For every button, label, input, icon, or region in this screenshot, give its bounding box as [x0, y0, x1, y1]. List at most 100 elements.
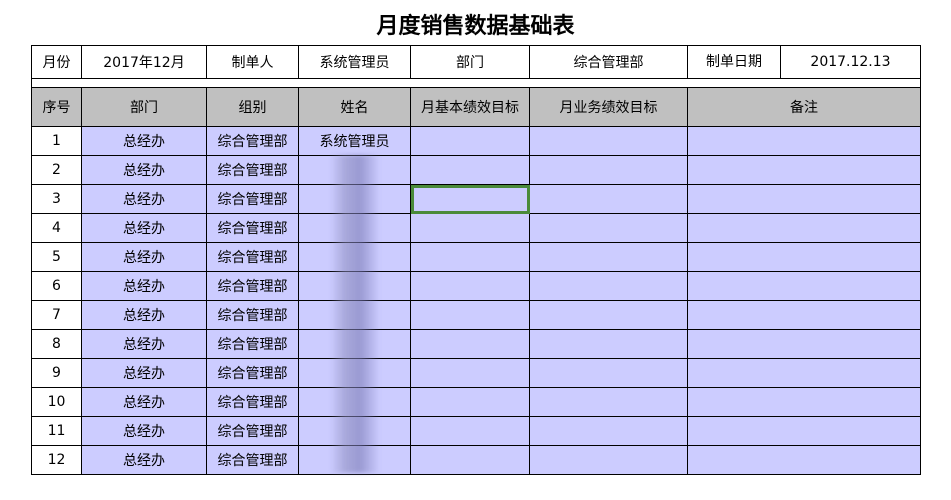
- spacer-row: [31, 78, 921, 88]
- row-group-cell[interactable]: 综合管理部: [206, 387, 299, 417]
- row-group-cell[interactable]: 综合管理部: [206, 445, 299, 475]
- date-cell[interactable]: 制单日期 2017.12.13: [687, 45, 921, 79]
- row-group-cell[interactable]: 综合管理部: [206, 126, 299, 156]
- header-business-target[interactable]: 月业务绩效目标: [529, 87, 688, 127]
- row-no-cell[interactable]: 9: [31, 358, 82, 388]
- row-group-cell[interactable]: 综合管理部: [206, 184, 299, 214]
- row-group-cell[interactable]: 综合管理部: [206, 155, 299, 185]
- row-no-cell[interactable]: 12: [31, 445, 82, 475]
- row-no-cell[interactable]: 10: [31, 387, 82, 417]
- row-dept-cell[interactable]: 总经办: [81, 300, 207, 330]
- row-basic-target-cell[interactable]: [410, 387, 530, 417]
- row-group-cell[interactable]: 综合管理部: [206, 416, 299, 446]
- maker-value-cell[interactable]: 系统管理员: [298, 45, 411, 79]
- row-group-cell[interactable]: 综合管理部: [206, 358, 299, 388]
- row-dept-cell[interactable]: 总经办: [81, 155, 207, 185]
- sales-data-table: 月份 2017年12月 制单人 系统管理员 部门 综合管理部 制单日期 2017…: [31, 45, 921, 475]
- row-remark-cell[interactable]: [687, 126, 921, 156]
- row-basic-target-cell[interactable]: [410, 213, 530, 243]
- info-row: 月份 2017年12月 制单人 系统管理员 部门 综合管理部 制单日期 2017…: [31, 45, 921, 79]
- row-basic-target-cell[interactable]: [410, 416, 530, 446]
- row-no-cell[interactable]: 8: [31, 329, 82, 359]
- row-group-cell[interactable]: 综合管理部: [206, 213, 299, 243]
- row-basic-target-cell[interactable]: [410, 329, 530, 359]
- row-dept-cell[interactable]: 总经办: [81, 242, 207, 272]
- row-basic-target-cell[interactable]: [410, 358, 530, 388]
- row-remark-cell[interactable]: [687, 184, 921, 214]
- row-business-target-cell[interactable]: [529, 155, 688, 185]
- row-business-target-cell[interactable]: [529, 329, 688, 359]
- row-basic-target-cell[interactable]: [410, 445, 530, 475]
- row-no-cell[interactable]: 11: [31, 416, 82, 446]
- row-remark-cell[interactable]: [687, 445, 921, 475]
- row-dept-cell[interactable]: 总经办: [81, 271, 207, 301]
- row-remark-cell[interactable]: [687, 213, 921, 243]
- row-name-cell[interactable]: 系统管理员: [298, 126, 411, 156]
- row-business-target-cell[interactable]: [529, 358, 688, 388]
- row-no-cell[interactable]: 4: [31, 213, 82, 243]
- row-remark-cell[interactable]: [687, 358, 921, 388]
- row-dept-cell[interactable]: 总经办: [81, 213, 207, 243]
- row-dept-cell[interactable]: 总经办: [81, 184, 207, 214]
- month-value-cell[interactable]: 2017年12月: [81, 45, 207, 79]
- row-business-target-cell[interactable]: [529, 300, 688, 330]
- row-dept-cell[interactable]: 总经办: [81, 126, 207, 156]
- row-business-target-cell[interactable]: [529, 213, 688, 243]
- row-no-cell[interactable]: 3: [31, 184, 82, 214]
- row-dept-cell[interactable]: 总经办: [81, 445, 207, 475]
- row-no-cell[interactable]: 5: [31, 242, 82, 272]
- row-basic-target-cell[interactable]: [410, 126, 530, 156]
- row-business-target-cell[interactable]: [529, 184, 688, 214]
- dept-value-cell[interactable]: 综合管理部: [529, 45, 688, 79]
- row-remark-cell[interactable]: [687, 387, 921, 417]
- row-dept-cell[interactable]: 总经办: [81, 416, 207, 446]
- row-business-target-cell[interactable]: [529, 271, 688, 301]
- table-row: 3 总经办 综合管理部: [31, 184, 921, 214]
- row-business-target-cell[interactable]: [529, 445, 688, 475]
- row-dept-cell[interactable]: 总经办: [81, 329, 207, 359]
- row-group-cell[interactable]: 综合管理部: [206, 271, 299, 301]
- header-group[interactable]: 组别: [206, 87, 299, 127]
- row-remark-cell[interactable]: [687, 155, 921, 185]
- row-business-target-cell[interactable]: [529, 126, 688, 156]
- table-row: 2 总经办 综合管理部: [31, 155, 921, 185]
- row-no-cell[interactable]: 6: [31, 271, 82, 301]
- row-dept-cell[interactable]: 总经办: [81, 387, 207, 417]
- header-basic-target[interactable]: 月基本绩效目标: [410, 87, 530, 127]
- table-row: 11 总经办 综合管理部: [31, 416, 921, 446]
- sheet-title: 月度销售数据基础表: [376, 13, 575, 39]
- table-row: 6 总经办 综合管理部: [31, 271, 921, 301]
- row-remark-cell[interactable]: [687, 242, 921, 272]
- header-remark[interactable]: 备注: [687, 87, 921, 127]
- dept-label-cell[interactable]: 部门: [410, 45, 530, 79]
- row-business-target-cell[interactable]: [529, 387, 688, 417]
- row-remark-cell[interactable]: [687, 416, 921, 446]
- row-basic-target-cell[interactable]: [410, 155, 530, 185]
- header-dept[interactable]: 部门: [81, 87, 207, 127]
- row-basic-target-cell[interactable]: [410, 184, 530, 214]
- row-business-target-cell[interactable]: [529, 242, 688, 272]
- row-business-target-cell[interactable]: [529, 416, 688, 446]
- table-row: 4 总经办 综合管理部: [31, 213, 921, 243]
- row-no-cell[interactable]: 1: [31, 126, 82, 156]
- row-group-cell[interactable]: 综合管理部: [206, 329, 299, 359]
- month-label-cell[interactable]: 月份: [31, 45, 82, 79]
- table-row: 5 总经办 综合管理部: [31, 242, 921, 272]
- row-basic-target-cell[interactable]: [410, 242, 530, 272]
- spacer-cell: [31, 78, 921, 88]
- row-basic-target-cell[interactable]: [410, 300, 530, 330]
- row-basic-target-cell[interactable]: [410, 271, 530, 301]
- row-remark-cell[interactable]: [687, 271, 921, 301]
- row-dept-cell[interactable]: 总经办: [81, 358, 207, 388]
- header-name[interactable]: 姓名: [298, 87, 411, 127]
- table-row: 9 总经办 综合管理部: [31, 358, 921, 388]
- maker-label-cell[interactable]: 制单人: [206, 45, 299, 79]
- row-remark-cell[interactable]: [687, 300, 921, 330]
- row-group-cell[interactable]: 综合管理部: [206, 300, 299, 330]
- table-row: 7 总经办 综合管理部: [31, 300, 921, 330]
- row-remark-cell[interactable]: [687, 329, 921, 359]
- header-no[interactable]: 序号: [31, 87, 82, 127]
- row-group-cell[interactable]: 综合管理部: [206, 242, 299, 272]
- row-no-cell[interactable]: 2: [31, 155, 82, 185]
- row-no-cell[interactable]: 7: [31, 300, 82, 330]
